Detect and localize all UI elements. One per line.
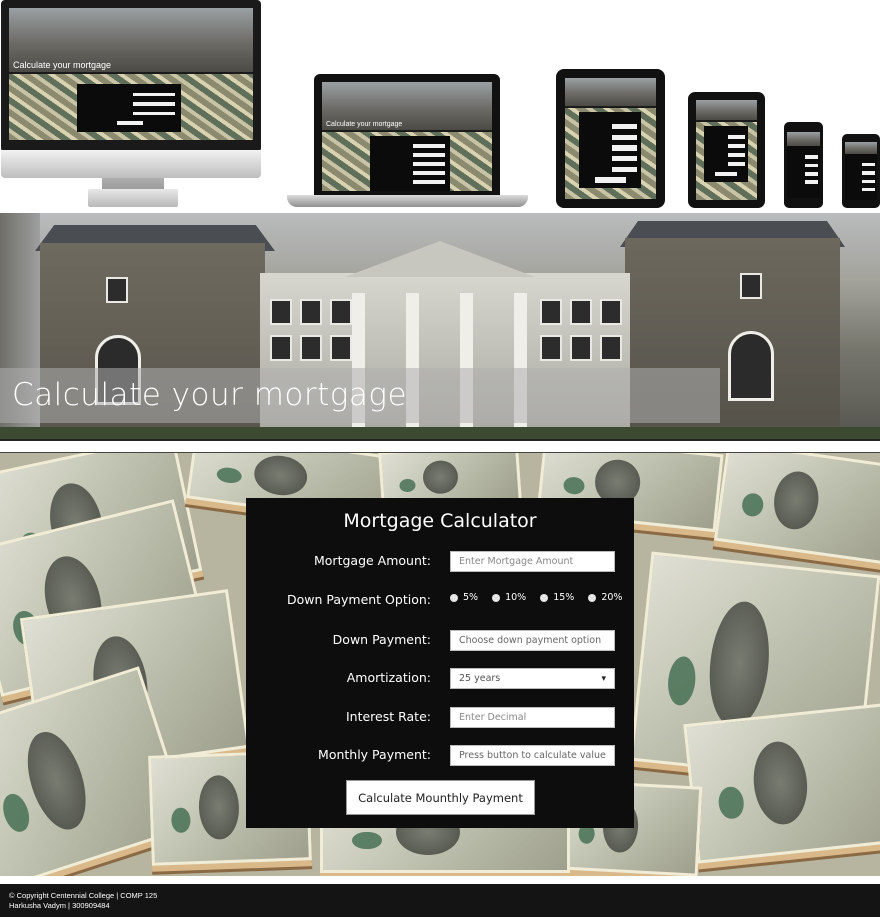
tablet-mockup	[556, 69, 665, 208]
radio-option-20[interactable]: 20%	[588, 592, 622, 603]
radio-option-15[interactable]: 15%	[540, 592, 574, 603]
footer: © Copyright Centennial College | COMP 12…	[0, 884, 880, 917]
radio-option-10[interactable]: 10%	[492, 592, 526, 603]
device-mockups: Calculate your mortgage Calculate your m…	[0, 0, 880, 212]
small-phone-mockup	[842, 134, 880, 208]
mortgage-calculator-panel: Mortgage Calculator Mortgage Amount: Ent…	[246, 498, 634, 828]
mini-title: Calculate your mortgage	[13, 60, 112, 70]
down-payment-option-radios: 5% 10% 15% 20%	[450, 592, 622, 603]
footer-copyright: © Copyright Centennial College | COMP 12…	[9, 891, 158, 900]
desktop-base	[88, 189, 178, 207]
footer-author: Harkusha Vadym | 300909484	[9, 901, 110, 910]
radio-icon[interactable]	[492, 593, 501, 602]
down-payment-input[interactable]: Choose down payment option	[450, 630, 615, 651]
interest-rate-label: Interest Rate:	[345, 709, 431, 724]
radio-icon[interactable]	[540, 593, 549, 602]
amortization-value: 25 years	[459, 673, 501, 684]
amortization-select[interactable]: 25 years ▾	[450, 668, 615, 689]
desktop-mockup: Calculate your mortgage	[1, 0, 261, 152]
laptop-mockup: Calculate your mortgage	[314, 74, 500, 196]
mortgage-amount-input[interactable]: Enter Mortgage Amount	[450, 551, 615, 572]
monthly-payment-label: Monthly Payment:	[318, 747, 431, 762]
phone-mockup	[784, 122, 823, 208]
calculate-monthly-payment-button[interactable]: Calculate Mounthly Payment	[346, 780, 535, 815]
hero-banner: Calculate your mortgage	[0, 213, 880, 441]
monthly-payment-output[interactable]: Press button to calculate value	[450, 745, 615, 766]
laptop-base	[287, 195, 528, 207]
radio-icon[interactable]	[450, 593, 458, 602]
small-tablet-mockup	[688, 92, 765, 208]
radio-option-5[interactable]: 5%	[450, 592, 478, 603]
mini-title: Calculate your mortgage	[326, 121, 403, 128]
down-payment-option-label: Down Payment Option:	[286, 592, 431, 607]
desktop-chin	[1, 150, 261, 178]
hero-title: Calculate your mortgage	[12, 377, 408, 413]
interest-rate-input[interactable]: Enter Decimal	[450, 707, 615, 728]
radio-icon[interactable]	[588, 593, 597, 602]
amortization-label: Amortization:	[346, 670, 431, 685]
chevron-down-icon: ▾	[601, 673, 606, 684]
calculator-title: Mortgage Calculator	[343, 510, 537, 532]
down-payment-label: Down Payment:	[332, 632, 431, 647]
mortgage-amount-label: Mortgage Amount:	[314, 553, 431, 568]
